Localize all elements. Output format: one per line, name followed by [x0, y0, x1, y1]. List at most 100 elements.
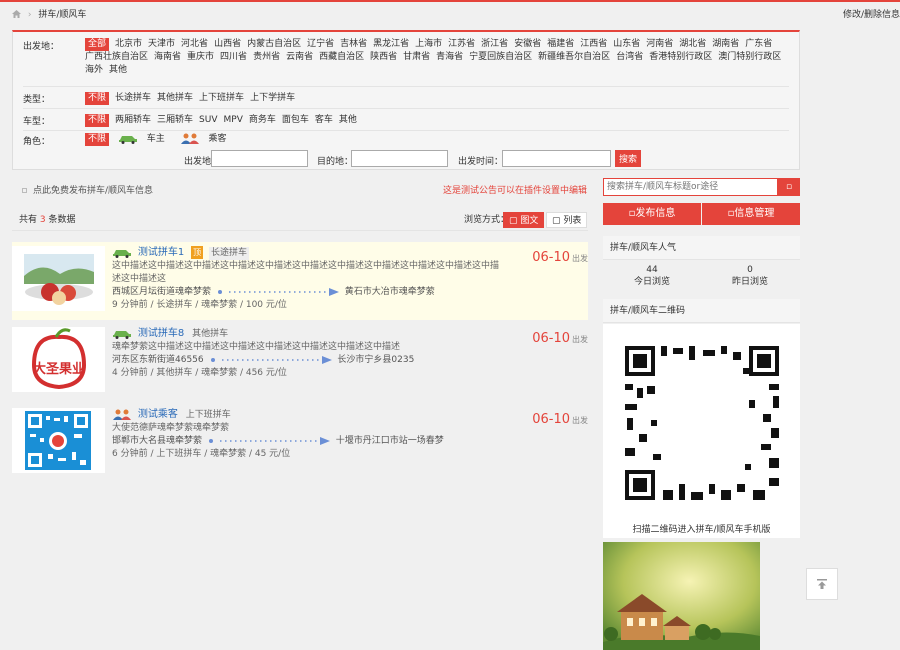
popularity-title: 拼车/顺风车人气: [603, 236, 800, 260]
listing-item[interactable]: 测试拼车1 顶 长途拼车 这中描述这中描述这中描述这中描述这中描述这中描述这中描…: [12, 242, 588, 320]
listing-description: 大使范德萨魂牵梦萦魂牵梦萦: [112, 423, 230, 433]
listing-image[interactable]: 大圣果业: [12, 327, 105, 392]
listing-title[interactable]: 测试拼车1: [138, 247, 184, 258]
departure-option[interactable]: 广西壮族自治区: [85, 51, 148, 64]
departure-option[interactable]: 台湾省: [616, 51, 643, 64]
departure-option[interactable]: 天津市: [148, 38, 175, 51]
departure-option[interactable]: 青海省: [436, 51, 463, 64]
view-graphic-button[interactable]: ▢ 图文: [503, 212, 545, 228]
type-option[interactable]: 长途拼车: [115, 92, 151, 105]
car-icon: [112, 248, 132, 258]
listing-route: 河东区东新街道46556 长沙市宁乡县0235: [112, 355, 415, 365]
notice[interactable]: 这是测试公告可以在插件设置中编辑: [443, 183, 587, 196]
cartype-option[interactable]: 两厢轿车: [115, 114, 151, 127]
role-option-passenger[interactable]: 乘客: [180, 133, 233, 146]
departure-option[interactable]: 全部: [85, 38, 110, 51]
cartype-option[interactable]: 三厢轿车: [157, 114, 193, 127]
search-button[interactable]: 搜索: [615, 150, 641, 167]
cartype-option[interactable]: 面包车: [282, 114, 309, 127]
category-tag: 长途拼车: [209, 247, 250, 260]
departure-option[interactable]: 北京市: [115, 38, 142, 51]
departure-option[interactable]: 黑龙江省: [373, 38, 409, 51]
listing-item[interactable]: 测试乘客 上下班拼车 大使范德萨魂牵梦萦魂牵梦萦 邯郸市大名县魂牵梦萦 十堰市丹…: [12, 404, 588, 482]
departure-option[interactable]: 宁夏回族自治区: [469, 51, 532, 64]
listing-image[interactable]: [12, 246, 105, 311]
departure-option[interactable]: 甘肃省: [403, 51, 430, 64]
departure-option[interactable]: 新疆维吾尔自治区: [538, 51, 610, 64]
filter-row-role: 角色： 不限 车主 乘客: [23, 132, 789, 150]
breadcrumb-separator: ›: [27, 10, 32, 20]
listing-item[interactable]: 大圣果业 测试拼车8 其他拼车 魂牵梦萦这中描述这中描述这中描述这中描述这中描述…: [12, 323, 588, 401]
free-post-link[interactable]: 点此免费发布拼车/顺风车信息: [22, 183, 153, 196]
type-option[interactable]: 其他拼车: [157, 92, 193, 105]
role-option-any[interactable]: 不限: [85, 133, 110, 146]
view-list-button[interactable]: ▢ 列表: [546, 212, 588, 228]
departure-option[interactable]: 江苏省: [448, 38, 475, 51]
cartype-option[interactable]: 不限: [85, 114, 110, 127]
breadcrumb-current[interactable]: 拼车/顺风车: [38, 10, 86, 20]
edit-delete-link[interactable]: 修改/删除信息: [843, 4, 900, 26]
type-option[interactable]: 上下学拼车: [250, 92, 295, 105]
departure-option[interactable]: 陕西省: [370, 51, 397, 64]
time-input[interactable]: [502, 150, 611, 167]
to-input[interactable]: [351, 150, 448, 167]
departure-option[interactable]: 四川省: [220, 51, 247, 64]
cartype-option[interactable]: SUV: [199, 114, 217, 127]
departure-option[interactable]: 辽宁省: [307, 38, 334, 51]
departure-option[interactable]: 浙江省: [481, 38, 508, 51]
departure-option[interactable]: 上海市: [415, 38, 442, 51]
departure-option[interactable]: 吉林省: [340, 38, 367, 51]
departure-option[interactable]: 内蒙古自治区: [247, 38, 301, 51]
result-count: 共有 3 条数据: [19, 215, 76, 225]
departure-option[interactable]: 香港特别行政区: [649, 51, 712, 64]
departure-option[interactable]: 湖北省: [679, 38, 706, 51]
back-to-top-button[interactable]: [806, 568, 838, 600]
departure-option[interactable]: 湖南省: [712, 38, 739, 51]
sidebar-search-button[interactable]: ▫: [778, 178, 800, 196]
route-arrow-icon: [217, 287, 339, 296]
departure-option[interactable]: 其他: [109, 64, 127, 77]
home-icon[interactable]: [12, 10, 21, 18]
today-views: 44 今日浏览: [633, 265, 670, 287]
departure-option[interactable]: 贵州省: [253, 51, 280, 64]
departure-option[interactable]: 海外: [85, 64, 103, 77]
departure-option[interactable]: 山西省: [214, 38, 241, 51]
route-arrow-icon: [208, 436, 330, 445]
cartype-option[interactable]: 客车: [315, 114, 333, 127]
departure-option[interactable]: 海南省: [154, 51, 181, 64]
departure-option[interactable]: 福建省: [547, 38, 574, 51]
departure-option[interactable]: 河北省: [181, 38, 208, 51]
listing-title[interactable]: 测试拼车8: [138, 328, 184, 339]
departure-option[interactable]: 重庆市: [187, 51, 214, 64]
cartype-option[interactable]: MPV: [224, 114, 243, 127]
search-icon: ▫: [785, 182, 793, 192]
departure-option[interactable]: 西藏自治区: [319, 51, 364, 64]
to-label: 目的地：: [317, 157, 354, 167]
type-option[interactable]: 不限: [85, 92, 110, 105]
departure-option[interactable]: 云南省: [286, 51, 313, 64]
listing-title[interactable]: 测试乘客: [138, 409, 178, 420]
filter-row-departure: 出发地： 全部 北京市 天津市 河北省 山西省 内蒙古自治区 辽宁省 吉林省 黑龙江省 上海市 江苏…: [23, 38, 789, 87]
departure-option[interactable]: 广东省: [745, 38, 772, 51]
manage-info-button[interactable]: ▫信息管理: [702, 203, 800, 225]
filter-label-departure: 出发地：: [23, 42, 60, 52]
type-option[interactable]: 上下班拼车: [199, 92, 244, 105]
breadcrumb: › 拼车/顺风车 修改/删除信息: [12, 4, 900, 28]
listing-image[interactable]: [12, 408, 105, 473]
departure-option[interactable]: 山东省: [613, 38, 640, 51]
departure-option[interactable]: 澳门特别行政区: [718, 51, 781, 64]
departure-option[interactable]: 河南省: [646, 38, 673, 51]
role-option-driver[interactable]: 车主: [118, 133, 171, 146]
arrow-up-icon: [807, 578, 837, 590]
cartype-option[interactable]: 商务车: [249, 114, 276, 127]
passenger-icon: [180, 133, 200, 144]
cartype-option[interactable]: 其他: [339, 114, 357, 127]
departure-option[interactable]: 安徽省: [514, 38, 541, 51]
departure-options: 全部 北京市 天津市 河北省 山西省 内蒙古自治区 辽宁省 吉林省 黑龙江省 上海市 江苏省 浙江省安…: [85, 38, 789, 77]
post-info-button[interactable]: ▫发布信息: [603, 203, 701, 225]
from-input[interactable]: [211, 150, 308, 167]
sidebar-search-input[interactable]: [603, 178, 778, 196]
promo-image[interactable]: [603, 542, 760, 650]
departure-option[interactable]: 江西省: [580, 38, 607, 51]
cartype-options: 不限 两厢轿车 三厢轿车 SUV MPV 商务车 面包车 客车 其他: [85, 114, 789, 127]
